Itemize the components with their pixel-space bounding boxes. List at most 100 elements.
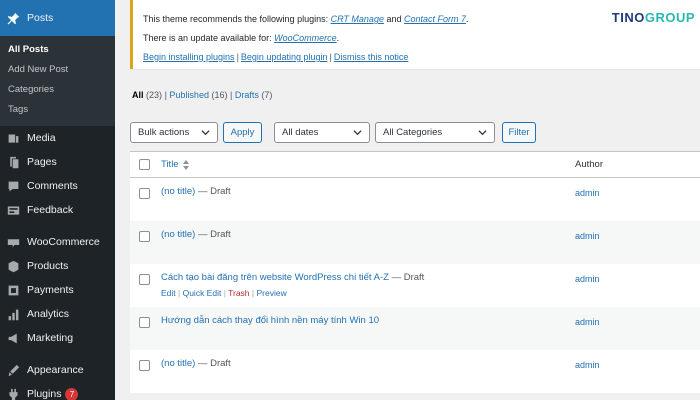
menu-pages[interactable]: Pages	[0, 150, 115, 174]
contact-form-7-link[interactable]: Contact Form 7	[404, 14, 466, 24]
row-checkbox[interactable]	[139, 360, 150, 371]
begin-installing-plugins-link[interactable]: Begin installing plugins	[143, 52, 235, 62]
post-state: — Draft	[195, 229, 231, 240]
pages-icon	[6, 155, 20, 169]
table-header: Title Author	[130, 152, 700, 178]
posts-table: Title Author (no title) — Draft admin (n…	[130, 151, 700, 393]
column-title-header[interactable]: Title	[161, 159, 189, 170]
woocommerce-icon	[6, 235, 20, 249]
post-author-link[interactable]: admin	[575, 188, 600, 198]
row-checkbox[interactable]	[139, 231, 150, 242]
main-content: This theme recommends the following plug…	[115, 0, 700, 400]
post-title-link[interactable]: Cách tạo bài đăng trên website WordPress…	[161, 272, 389, 283]
preview-link[interactable]: Preview	[256, 288, 286, 298]
post-state: — Draft	[195, 358, 231, 369]
table-nav: Bulk actions Apply All dates All Categor…	[130, 122, 536, 143]
table-row: (no title) — Draft admin	[130, 221, 700, 264]
apply-button[interactable]: Apply	[223, 122, 262, 143]
menu-separator	[0, 350, 115, 358]
plugins-update-badge: 7	[65, 387, 79, 400]
menu-pages-label: Pages	[27, 156, 57, 168]
menu-appearance-label: Appearance	[27, 364, 84, 376]
categories-select[interactable]: All Categories	[375, 122, 495, 143]
post-title-link[interactable]: (no title)	[161, 358, 195, 369]
post-status-filters: All (23) | Published (16) | Drafts (7)	[132, 90, 273, 100]
dismiss-notice-link[interactable]: Dismiss this notice	[334, 52, 409, 62]
post-state: — Draft	[195, 186, 231, 197]
menu-media-label: Media	[27, 132, 56, 144]
bulk-actions-select[interactable]: Bulk actions	[130, 122, 218, 143]
select-all-checkbox[interactable]	[139, 159, 150, 170]
menu-analytics-label: Analytics	[27, 308, 70, 320]
post-author-link[interactable]: admin	[575, 360, 600, 370]
menu-appearance[interactable]: Appearance	[0, 358, 115, 382]
woocommerce-link[interactable]: WooCommerce	[274, 33, 337, 43]
row-actions: Edit | Quick Edit | Trash | Preview	[161, 288, 287, 298]
column-author-header: Author	[575, 159, 603, 170]
filter-published[interactable]: Published (16)	[169, 90, 227, 100]
edit-link[interactable]: Edit	[161, 288, 176, 298]
filter-button[interactable]: Filter	[502, 122, 536, 143]
row-checkbox[interactable]	[139, 317, 150, 328]
menu-posts-label: Posts	[27, 12, 54, 24]
filter-drafts[interactable]: Drafts (7)	[235, 90, 273, 100]
submenu-tags[interactable]: Tags	[0, 100, 115, 120]
posts-submenu: All Posts Add New Post Categories Tags	[0, 36, 115, 126]
post-author-link[interactable]: admin	[575, 317, 600, 327]
menu-plugins[interactable]: Plugins 7	[0, 382, 115, 400]
submenu-add-new-post[interactable]: Add New Post	[0, 60, 115, 80]
chevron-down-icon	[478, 130, 487, 136]
chevron-down-icon	[353, 130, 362, 136]
payments-icon	[6, 283, 20, 297]
dates-select[interactable]: All dates	[274, 122, 370, 143]
pushpin-icon	[6, 11, 20, 25]
quick-edit-link[interactable]: Quick Edit	[183, 288, 222, 298]
chevron-down-icon	[201, 130, 210, 136]
menu-comments-label: Comments	[27, 180, 78, 192]
row-checkbox[interactable]	[139, 188, 150, 199]
menu-woocommerce-label: WooCommerce	[27, 236, 100, 248]
row-checkbox[interactable]	[139, 274, 150, 285]
filter-all[interactable]: All (23)	[132, 90, 162, 100]
post-author-link[interactable]: admin	[575, 231, 600, 241]
crt-manage-link[interactable]: CRT Manage	[331, 14, 384, 24]
menu-analytics[interactable]: Analytics	[0, 302, 115, 326]
marketing-icon	[6, 331, 20, 345]
menu-posts[interactable]: Posts	[0, 0, 115, 36]
menu-media[interactable]: Media	[0, 126, 115, 150]
post-title-link[interactable]: (no title)	[161, 229, 195, 240]
feedback-icon	[6, 203, 20, 217]
menu-separator	[0, 222, 115, 230]
comments-icon	[6, 179, 20, 193]
plugins-icon	[6, 387, 20, 400]
products-icon	[6, 259, 20, 273]
table-row: (no title) — Draft admin	[130, 178, 700, 221]
menu-marketing[interactable]: Marketing	[0, 326, 115, 350]
menu-woocommerce[interactable]: WooCommerce	[0, 230, 115, 254]
media-icon	[6, 131, 20, 145]
appearance-icon	[6, 363, 20, 377]
plugin-notice: This theme recommends the following plug…	[130, 0, 700, 69]
table-row: Cách tạo bài đăng trên website WordPress…	[130, 264, 700, 307]
trash-link[interactable]: Trash	[228, 288, 249, 298]
sort-icon	[182, 159, 189, 170]
admin-sidebar: Posts All Posts Add New Post Categories …	[0, 0, 115, 400]
submenu-all-posts[interactable]: All Posts	[0, 40, 115, 60]
post-author-link[interactable]: admin	[575, 274, 600, 284]
notice-actions: Begin installing plugins | Begin updating …	[143, 52, 409, 62]
menu-feedback[interactable]: Feedback	[0, 198, 115, 222]
submenu-categories[interactable]: Categories	[0, 80, 115, 100]
menu-payments-label: Payments	[27, 284, 74, 296]
begin-updating-plugin-link[interactable]: Begin updating plugin	[241, 52, 328, 62]
menu-payments[interactable]: Payments	[0, 278, 115, 302]
notice-line-2: There is an update available for: WooCom…	[143, 33, 340, 43]
post-state: — Draft	[388, 272, 425, 283]
menu-products[interactable]: Products	[0, 254, 115, 278]
table-row: (no title) — Draft admin	[130, 350, 700, 393]
menu-products-label: Products	[27, 260, 69, 272]
post-title-link[interactable]: (no title)	[161, 186, 195, 197]
tinogroup-logo: TINOGROUP	[611, 10, 695, 25]
post-title-link[interactable]: Hướng dẫn cách thay đổi hình nền máy tín…	[161, 315, 379, 326]
menu-feedback-label: Feedback	[27, 204, 74, 216]
menu-comments[interactable]: Comments	[0, 174, 115, 198]
